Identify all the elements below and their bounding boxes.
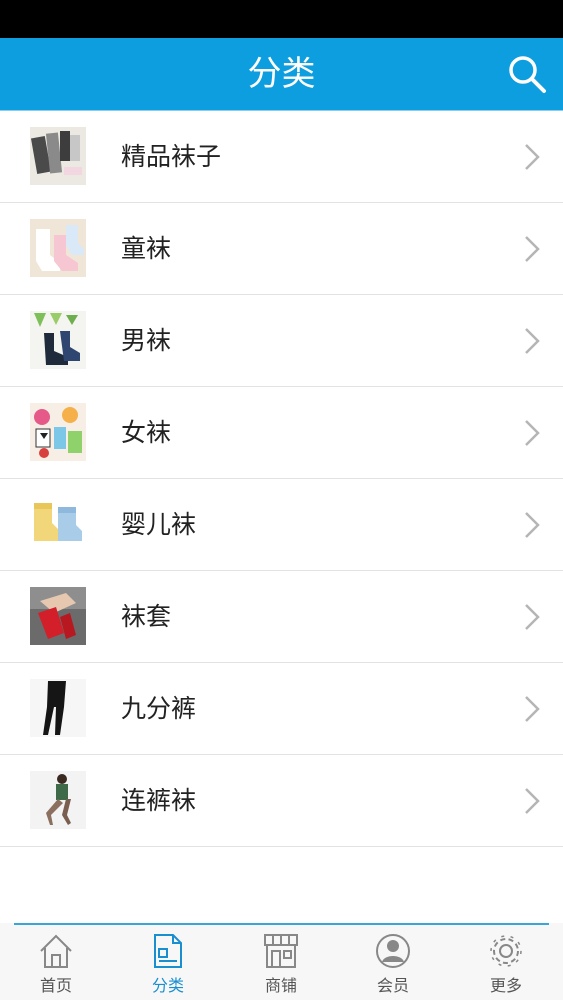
category-label: 童袜 [121, 234, 172, 263]
tab-label: 会员 [376, 976, 409, 995]
member-icon [374, 931, 412, 971]
chevron-right-icon [523, 602, 541, 632]
category-label: 九分裤 [121, 694, 197, 723]
header-bar: 分类 [0, 38, 563, 112]
tab-category[interactable]: 分类 [112, 927, 224, 1000]
category-label: 袜套 [121, 602, 172, 631]
category-row-jiufenku[interactable]: 九分裤 [0, 663, 563, 755]
category-row-jingpin[interactable]: 精品袜子 [0, 111, 563, 203]
category-label: 连裤袜 [121, 786, 197, 815]
baby-socks-photo [30, 495, 86, 553]
tab-label: 商铺 [264, 976, 297, 995]
chevron-right-icon [523, 326, 541, 356]
chevron-right-icon [523, 234, 541, 264]
category-row-nvwa[interactable]: 女袜 [0, 387, 563, 479]
mens-socks-photo [30, 311, 86, 369]
store-icon [262, 931, 300, 971]
tab-member[interactable]: 会员 [337, 927, 449, 1000]
search-icon [509, 56, 546, 93]
category-row-nanwa[interactable]: 男袜 [0, 295, 563, 387]
category-row-yingerwa[interactable]: 婴儿袜 [0, 479, 563, 571]
tab-more[interactable]: 更多 [450, 927, 562, 1000]
category-label: 女袜 [121, 418, 172, 447]
tab-bar-divider [14, 923, 549, 925]
chevron-right-icon [523, 510, 541, 540]
category-label: 婴儿袜 [121, 510, 197, 539]
category-label: 男袜 [121, 326, 172, 355]
category-label: 精品袜子 [121, 142, 222, 171]
kids-socks-photo [30, 219, 86, 277]
search-button[interactable] [507, 54, 547, 94]
leggings-photo [30, 679, 86, 737]
home-icon [37, 931, 75, 971]
socks-product-photo [30, 127, 86, 185]
chevron-right-icon [523, 418, 541, 448]
tab-home[interactable]: 首页 [0, 927, 112, 1000]
category-list: 精品袜子 童袜 男袜 女袜 婴儿袜 袜套 九分裤 连裤袜 [0, 111, 563, 847]
pantyhose-photo [30, 771, 86, 829]
womens-socks-photo [30, 403, 86, 461]
chevron-right-icon [523, 786, 541, 816]
category-row-liankuwa[interactable]: 连裤袜 [0, 755, 563, 847]
tab-label: 更多 [489, 976, 522, 995]
page-title: 分类 [247, 54, 316, 94]
gear-icon [487, 931, 525, 971]
category-row-tongwa[interactable]: 童袜 [0, 203, 563, 295]
bottom-tab-bar: 首页 分类 商铺 会员 更多 [0, 923, 563, 1000]
tab-label: 分类 [151, 976, 184, 995]
chevron-right-icon [523, 142, 541, 172]
chevron-right-icon [523, 694, 541, 724]
category-icon [149, 931, 187, 971]
category-row-watao[interactable]: 袜套 [0, 571, 563, 663]
tab-store[interactable]: 商铺 [225, 927, 337, 1000]
leg-warmers-photo [30, 587, 86, 645]
tab-label: 首页 [39, 976, 72, 995]
status-bar [0, 0, 563, 38]
